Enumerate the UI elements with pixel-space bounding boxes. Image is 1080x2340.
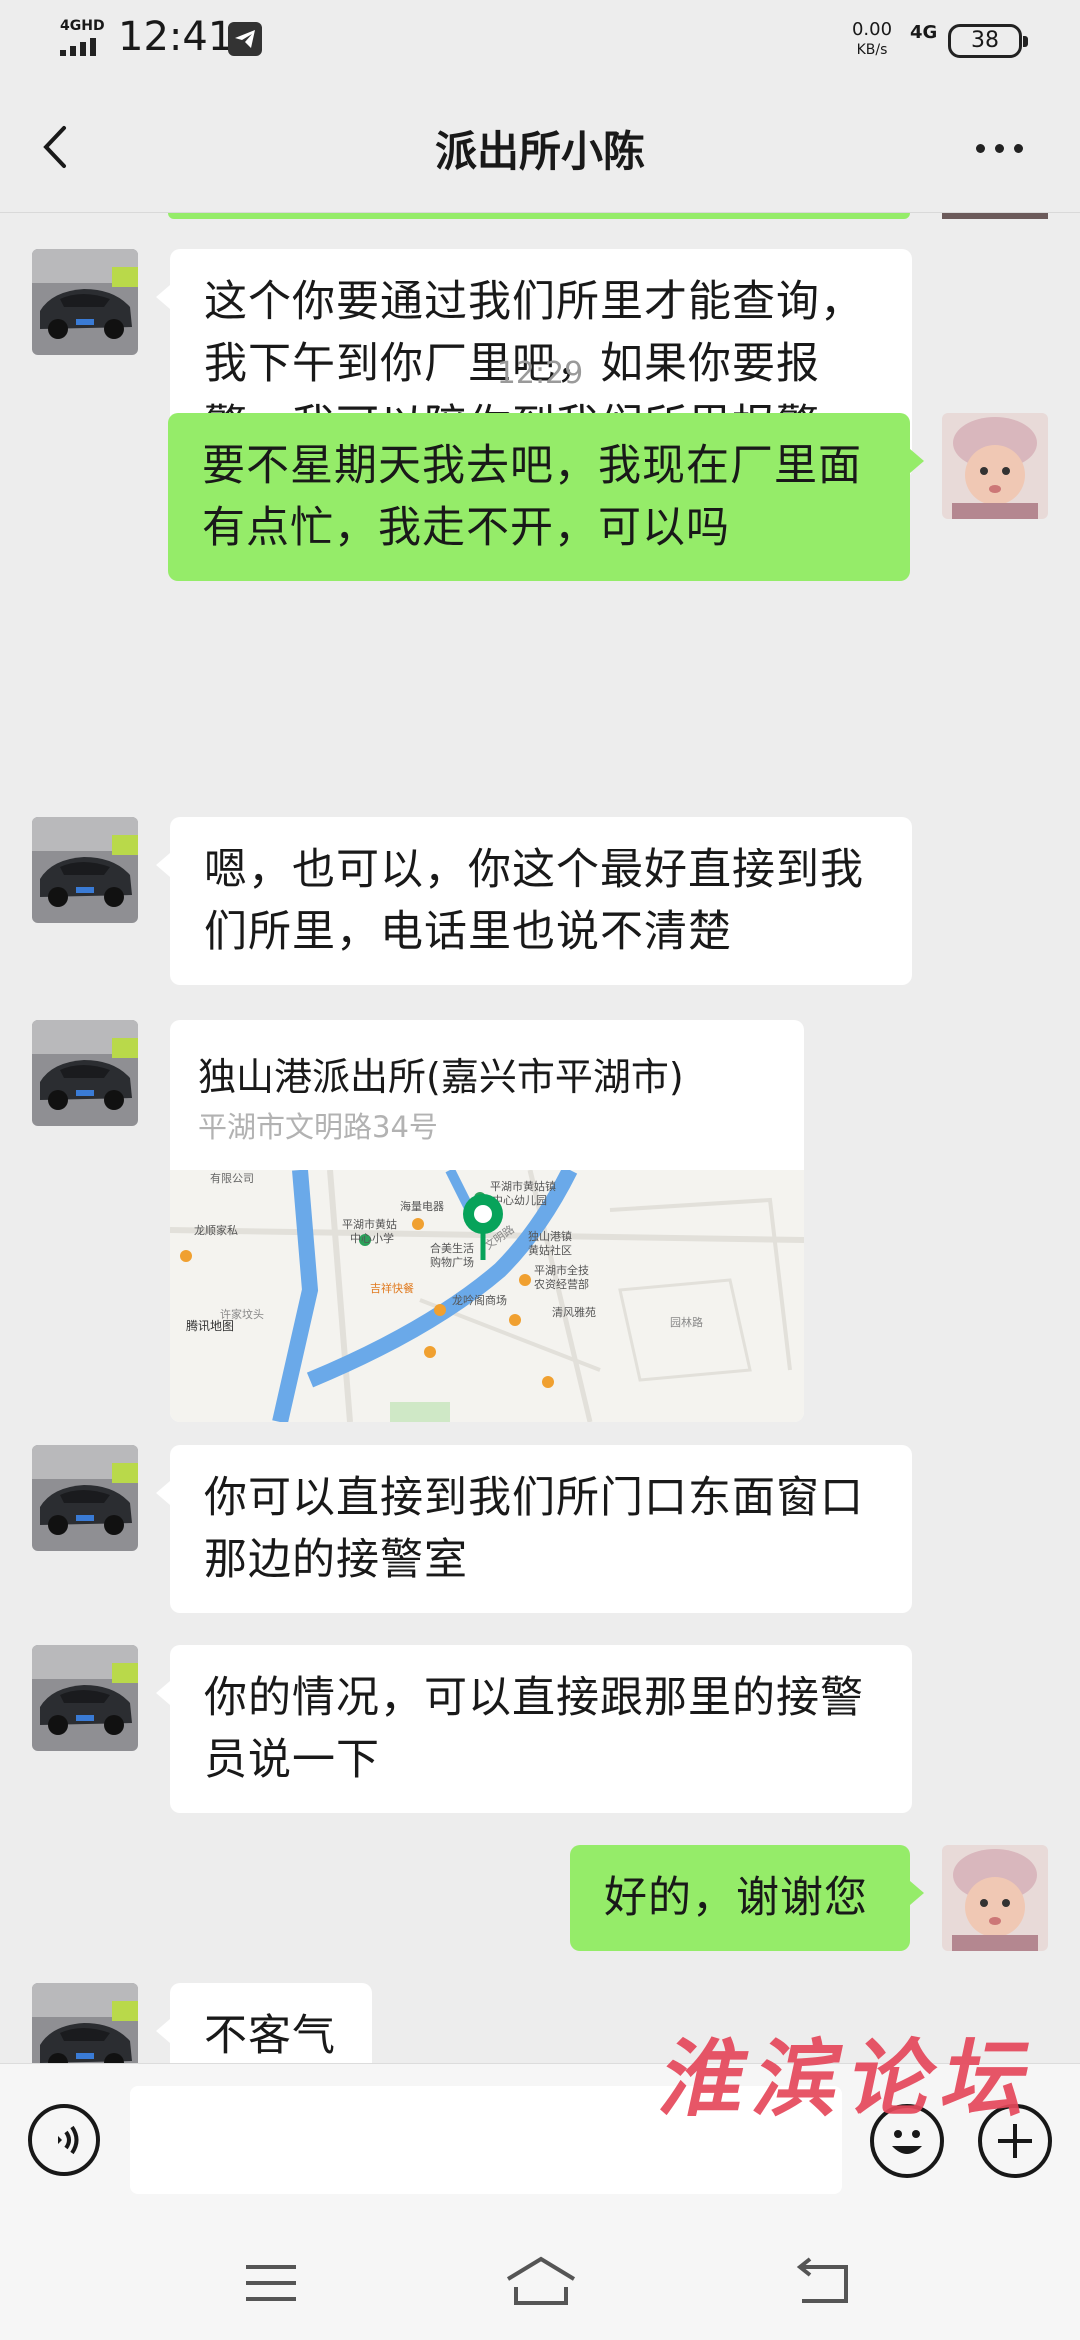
- message-text: 好的，谢谢您: [604, 1873, 868, 1923]
- map-label: 农资经营部: [534, 1277, 589, 1291]
- map-label: 平湖市全技: [534, 1263, 589, 1277]
- more-button[interactable]: [970, 132, 1030, 162]
- map-label: 龙顺家私: [194, 1223, 238, 1237]
- avatar[interactable]: [32, 817, 138, 923]
- message-text: 不客气: [204, 2011, 336, 2061]
- forum-watermark: 淮滨论坛: [652, 2029, 1050, 2128]
- net-type: 4G: [910, 22, 938, 43]
- message-bubble[interactable]: 要不星期天我去吧，我现在厂里面有点忙，我走不开，可以吗: [168, 413, 924, 581]
- page-title: 派出所小陈: [434, 127, 645, 176]
- car-avatar-icon: [32, 817, 138, 923]
- my-avatar[interactable]: [942, 1845, 1048, 1951]
- avatar[interactable]: [32, 1983, 138, 2063]
- chat-header: 派出所小陈: [0, 80, 1080, 213]
- map-label: 平湖市黄姑: [342, 1217, 397, 1231]
- previous-avatar-edge: [942, 213, 1048, 219]
- map-label: 独山港镇: [528, 1229, 572, 1243]
- chat-area[interactable]: 这个你要通过我们所里才能查询，我下午到你厂里吧，如果你要报警，我可以陪你到我们所…: [0, 213, 1080, 2063]
- battery-indicator: 38: [948, 24, 1028, 58]
- map-attribution: 腾讯地图: [186, 1318, 234, 1333]
- message-bubble[interactable]: 不客气: [156, 1983, 372, 2063]
- message-text: 你的情况，可以直接跟那里的接警员说一下: [204, 1673, 864, 1785]
- map-label: 海量电器: [400, 1199, 444, 1213]
- system-back-button[interactable]: [780, 2253, 870, 2313]
- time-label: 12:29: [496, 356, 584, 391]
- home-icon: [506, 2256, 576, 2305]
- avatar[interactable]: [32, 249, 138, 355]
- map-label: 黄姑社区: [528, 1243, 572, 1257]
- message-bubble[interactable]: 嗯，也可以，你这个最好直接到我们所里，电话里也说不清楚: [156, 817, 912, 985]
- map-label: 购物广场: [430, 1255, 474, 1269]
- message-bubble[interactable]: 好的，谢谢您: [570, 1845, 924, 1951]
- status-time: 12:41: [118, 14, 234, 60]
- map-label: 合美生活: [430, 1241, 474, 1255]
- back-arrow-icon: [796, 2257, 848, 2303]
- map-thumbnail[interactable]: 有限公司 平湖市黄姑镇 中心幼儿园 海量电器 平湖市黄姑 中心小学 龙顺家私 合…: [170, 1170, 804, 1422]
- previous-bubble-edge: [168, 213, 910, 219]
- voice-button[interactable]: [28, 2104, 100, 2176]
- network-speed: 0.00 KB/s: [842, 20, 902, 60]
- car-avatar-icon: [32, 249, 138, 355]
- message-bubble[interactable]: 你可以直接到我们所门口东面窗口那边的接警室: [156, 1445, 912, 1613]
- map-label: 龙吟阁商场: [452, 1293, 507, 1307]
- signal-icon: 4GHD: [58, 18, 108, 58]
- location-card[interactable]: 独山港派出所(嘉兴市平湖市) 平湖市文明路34号 有限公司 平湖市黄姑镇 中心幼…: [170, 1020, 804, 1422]
- location-title: 独山港派出所(嘉兴市平湖市): [198, 1055, 684, 1099]
- message-text: 要不星期天我去吧，我现在厂里面有点忙，我走不开，可以吗: [202, 441, 862, 553]
- system-navigation: [0, 2223, 1080, 2340]
- baby-avatar-icon: [942, 413, 1048, 519]
- avatar[interactable]: [32, 1645, 138, 1751]
- home-button[interactable]: [496, 2253, 586, 2313]
- message-text: 你可以直接到我们所门口东面窗口那边的接警室: [204, 1473, 864, 1585]
- location-address: 平湖市文明路34号: [198, 1110, 438, 1144]
- my-avatar[interactable]: [942, 413, 1048, 519]
- message-bubble[interactable]: 你的情况，可以直接跟那里的接警员说一下: [156, 1645, 912, 1813]
- map-label: 清风雅苑: [552, 1305, 596, 1319]
- map-label: 吉祥快餐: [370, 1281, 414, 1295]
- status-bar: 4GHD 12:41 0.00 KB/s 4G 38: [0, 0, 1080, 80]
- car-avatar-icon: [32, 1445, 138, 1551]
- car-avatar-icon: [32, 1645, 138, 1751]
- map-label: 有限公司: [210, 1171, 254, 1185]
- speed-unit: KB/s: [856, 42, 888, 58]
- map-label: 园林路: [670, 1315, 703, 1329]
- menu-lines-icon: [246, 2265, 296, 2301]
- message-text: 嗯，也可以，你这个最好直接到我们所里，电话里也说不清楚: [204, 845, 864, 957]
- car-avatar-icon: [32, 1020, 138, 1126]
- telegram-icon: [228, 22, 262, 56]
- avatar[interactable]: [32, 1445, 138, 1551]
- speed-value: 0.00: [851, 19, 893, 40]
- map-label: 中心小学: [350, 1231, 394, 1245]
- avatar[interactable]: [32, 1020, 138, 1126]
- map-label: 平湖市黄姑镇: [490, 1179, 556, 1193]
- recent-apps-button[interactable]: [226, 2253, 316, 2313]
- baby-avatar-icon: [942, 1845, 1048, 1951]
- voice-icon: [58, 2125, 79, 2155]
- car-avatar-icon: [32, 1983, 138, 2063]
- network-label: 4GHD: [60, 18, 105, 34]
